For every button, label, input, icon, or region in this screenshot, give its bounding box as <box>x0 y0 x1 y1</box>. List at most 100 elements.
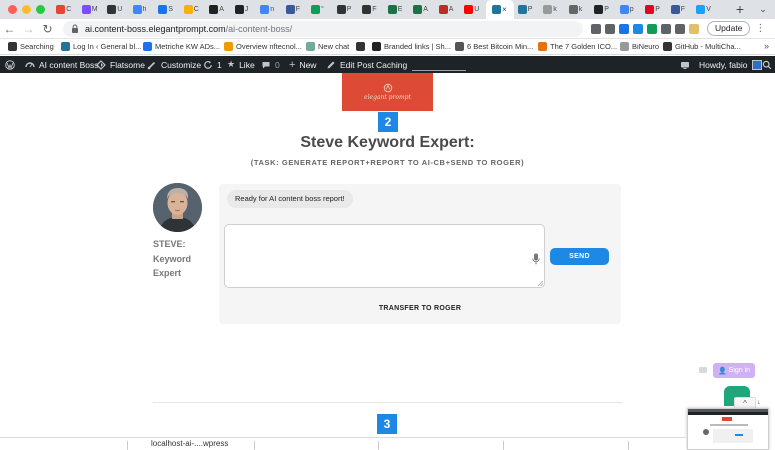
lock-icon <box>72 24 78 33</box>
address-toolbar: ← → ↻ ai.content-boss.elegantprompt.com /… <box>0 19 775 39</box>
wp-customize[interactable]: Customize <box>147 56 201 73</box>
scroll-down-icon[interactable]: ↓ <box>757 399 761 406</box>
brush-icon <box>147 61 156 69</box>
translate-icon[interactable] <box>619 23 629 34</box>
wp-screen-options[interactable] <box>680 56 690 73</box>
browser-tab[interactable]: fı <box>129 0 155 19</box>
update-button[interactable]: Update <box>707 21 751 36</box>
youtube-icon <box>464 5 474 14</box>
bookmark-item[interactable]: New chat <box>306 42 349 51</box>
bookmark-item[interactable]: BiNeuro <box>620 42 659 51</box>
tab-search-chevron-icon[interactable]: ⌄ <box>751 4 775 15</box>
flatsome-icon <box>96 59 106 70</box>
chart-icon <box>143 42 152 51</box>
url-field[interactable]: ai.content-boss.elegantprompt.com/ai-con… <box>63 20 583 37</box>
theme-label: Flatsome <box>110 59 145 70</box>
reload-button[interactable]: ↻ <box>38 19 57 39</box>
download-item[interactable]: localhost-ai-....wpress <box>151 439 228 448</box>
browser-tab[interactable]: F <box>358 0 384 19</box>
transfer-to-roger-link[interactable]: TRANSFER TO ROGER <box>219 305 621 312</box>
microphone-icon[interactable] <box>532 253 540 265</box>
browser-tab[interactable]: A <box>435 0 461 19</box>
tab-close-label[interactable]: × <box>502 5 507 14</box>
browser-tab[interactable]: P <box>514 0 540 19</box>
github-icon <box>663 42 672 51</box>
browser-tab[interactable]: U <box>103 0 129 19</box>
wp-search[interactable] <box>762 56 772 73</box>
page-preview-thumbnail[interactable] <box>687 408 769 450</box>
browser-tab[interactable]: P <box>333 0 359 19</box>
sign-in-button[interactable]: 👤 Sign in <box>713 363 755 378</box>
bookmark-item[interactable]: GitHub - MultiCha... <box>663 42 741 51</box>
edit-post-label: Edit Post <box>340 59 375 70</box>
browser-tab[interactable]: V <box>692 0 718 19</box>
star-icon[interactable] <box>605 23 615 34</box>
bookmark-item[interactable]: Branded links | Sh... <box>372 42 451 51</box>
send-button[interactable]: SEND <box>550 248 609 265</box>
forward-button[interactable]: → <box>19 19 38 39</box>
bookmark-item[interactable]: The 7 Golden ICO... <box>538 42 617 51</box>
comments-count: 0 <box>275 59 280 70</box>
tab-label: E <box>397 6 403 13</box>
bookmark-item[interactable]: Searching <box>8 42 54 51</box>
preview-graphic <box>688 409 768 443</box>
minimize-window-button[interactable] <box>22 5 31 14</box>
elegant-prompt-logo[interactable]: elegant prompt <box>342 73 433 111</box>
browser-tab[interactable]: F <box>282 0 308 19</box>
avatar-icon[interactable] <box>689 23 699 34</box>
shield-icon[interactable] <box>633 23 643 34</box>
browser-tab[interactable]: A <box>409 0 435 19</box>
browser-tab[interactable]: A <box>205 0 231 19</box>
wp-updates[interactable]: 1 <box>203 56 222 73</box>
browser-tab[interactable]: P <box>641 0 667 19</box>
bookmark-item[interactable]: Overview nftecnol... <box>224 42 302 51</box>
browser-tab[interactable]: J <box>231 0 257 19</box>
browser-tab[interactable]: F <box>667 0 693 19</box>
browser-tab[interactable]: U <box>460 0 486 19</box>
browser-tab[interactable]: C <box>52 0 78 19</box>
site-name-label: AI content Boss <box>39 59 99 70</box>
more-bookmarks-icon[interactable]: » <box>764 41 769 51</box>
browser-tab[interactable]: C <box>180 0 206 19</box>
message-textarea[interactable] <box>224 224 545 288</box>
chat-widget-icon[interactable] <box>698 365 708 375</box>
wp-my-account[interactable]: Howdy, fabio <box>699 56 762 73</box>
tab-label: F <box>295 6 301 13</box>
more-menu-icon[interactable]: ⋮ <box>755 23 765 34</box>
browser-tab[interactable]: × <box>485 0 514 19</box>
wp-logo-menu[interactable] <box>5 56 15 73</box>
browser-tab[interactable]: k <box>565 0 591 19</box>
bookmark-item[interactable]: 6 Best Bitcoin Min... <box>455 42 533 51</box>
zoom-window-button[interactable] <box>36 5 45 14</box>
share-icon[interactable] <box>591 23 601 34</box>
wp-new[interactable]: + New <box>289 56 316 73</box>
close-window-button[interactable] <box>8 5 17 14</box>
browser-tab[interactable]: p <box>616 0 642 19</box>
wp-site-name[interactable]: AI content Boss <box>25 56 99 73</box>
bookmark-item[interactable]: Log In ‹ General bl... <box>61 42 141 51</box>
wp-edit-post[interactable]: Edit Post <box>326 56 374 73</box>
wp-caching[interactable]: Caching <box>376 56 407 73</box>
puzzle-icon[interactable] <box>661 23 671 34</box>
sidebar-icon[interactable] <box>675 23 685 34</box>
bookmark-label: The 7 Golden ICO... <box>550 42 618 51</box>
browser-tab[interactable]: M <box>78 0 104 19</box>
gear-icon[interactable] <box>647 23 657 34</box>
browser-tab[interactable]: P <box>590 0 616 19</box>
wp-comments[interactable]: 0 <box>261 56 280 73</box>
browser-tab[interactable]: S <box>154 0 180 19</box>
bookmark-label: Searching <box>20 42 54 51</box>
wp-theme-menu[interactable]: Flatsome <box>96 56 145 73</box>
new-tab-button[interactable]: + <box>729 0 751 19</box>
wp-like[interactable]: ★ Like <box>227 56 255 73</box>
wp-admin-bar: AI content Boss Flatsome Customize 1 ★ L… <box>0 56 775 73</box>
browser-tab[interactable]: E <box>384 0 410 19</box>
bookmark-item[interactable]: Metriche KW ADs... <box>143 42 220 51</box>
browser-tab[interactable]: k <box>539 0 565 19</box>
browser-tab[interactable]: n <box>256 0 282 19</box>
resize-grip-icon[interactable] <box>537 280 543 286</box>
back-button[interactable]: ← <box>0 19 19 39</box>
browser-tab[interactable]: “ <box>307 0 333 19</box>
tab-label: U <box>474 6 480 13</box>
bookmark-item[interactable] <box>356 42 368 51</box>
